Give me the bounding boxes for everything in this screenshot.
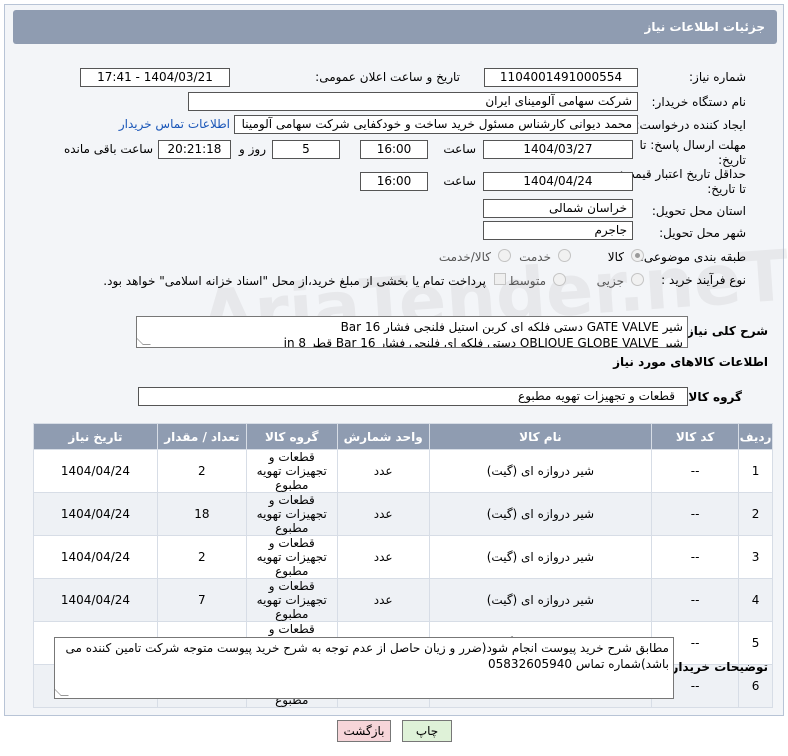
- cell-group: قطعات و تجهیزات تهویه مطبوع: [245, 492, 338, 536]
- cell-group: قطعات و تجهیزات تهویه مطبوع: [245, 535, 338, 579]
- cell-unit: عدد: [336, 578, 430, 622]
- remaining-days-field[interactable]: 5: [272, 140, 340, 159]
- price-validity-date-field[interactable]: 1404/04/24: [483, 172, 633, 191]
- cell-item-code: --: [651, 492, 740, 536]
- reply-deadline-time-label: ساعت: [443, 142, 476, 156]
- reply-deadline-label-line2: تاریخ:: [718, 153, 746, 167]
- cell-group: قطعات و تجهیزات تهویه مطبوع: [245, 578, 338, 622]
- buyer-notes-textarea[interactable]: مطابق شرح خرید پیوست انجام شود(ضرر و زیا…: [54, 637, 674, 699]
- cell-item-name: شیر دروازه ای (گیت): [428, 578, 653, 622]
- remaining-time-field[interactable]: 20:21:18: [158, 140, 231, 159]
- col-header-unit: واحد شمارش: [336, 423, 430, 450]
- goods-group-field[interactable]: قطعات و تجهیزات تهویه مطبوع: [138, 387, 688, 406]
- category-radio-service[interactable]: [558, 249, 571, 262]
- cell-item-name: شیر دروازه ای (گیت): [428, 449, 653, 493]
- table-row: 4 -- شیر دروازه ای (گیت) عدد قطعات و تجه…: [33, 578, 773, 622]
- buyer-org-field[interactable]: شرکت سهامی آلومینای ایران: [188, 92, 638, 111]
- table-header-row: ردیف کد کالا نام کالا واحد شمارش گروه کا…: [33, 423, 773, 450]
- category-radio-goods[interactable]: [631, 249, 644, 262]
- process-radio-medium[interactable]: [553, 273, 566, 286]
- buyer-org-label: نام دستگاه خریدار:: [651, 95, 747, 109]
- reply-deadline-date-field[interactable]: 1404/03/27: [483, 140, 633, 159]
- cell-row-number: 2: [738, 492, 773, 536]
- page-header: جزئیات اطلاعات نیاز: [13, 10, 777, 44]
- cell-row-number: 5: [738, 621, 773, 665]
- price-validity-time-field[interactable]: 16:00: [360, 172, 428, 191]
- table-row: 3 -- شیر دروازه ای (گیت) عدد قطعات و تجه…: [33, 535, 773, 579]
- delivery-province-label: استان محل تحویل:: [651, 204, 746, 218]
- goods-group-label: گروه کالا:: [683, 390, 742, 404]
- announce-datetime-field[interactable]: 1404/03/21 - 17:41: [80, 68, 230, 87]
- table-row: 2 -- شیر دروازه ای (گیت) عدد قطعات و تجه…: [33, 492, 773, 536]
- buyer-notes-label: توضیحات خریدار:: [666, 660, 768, 674]
- price-validity-time-label: ساعت: [443, 174, 476, 188]
- cell-quantity: 7: [156, 578, 247, 622]
- remaining-time-label: ساعت باقی مانده: [63, 142, 153, 156]
- buyer-notes-text: مطابق شرح خرید پیوست انجام شود(ضرر و زیا…: [65, 641, 669, 671]
- category-option-goods-service: کالا/خدمت: [438, 250, 491, 264]
- col-header-item-name: نام کالا: [428, 423, 653, 450]
- need-number-field[interactable]: 1104001491000554: [484, 68, 638, 87]
- cell-row-number: 1: [738, 449, 773, 493]
- treasury-payment-note: پرداخت تمام یا بخشی از مبلغ خرید،از محل …: [103, 274, 486, 288]
- cell-unit: عدد: [336, 449, 430, 493]
- general-description-label: شرح کلی نیاز:: [682, 324, 768, 338]
- requester-label: ایجاد کننده درخواست:: [635, 118, 746, 132]
- cell-unit: عدد: [336, 535, 430, 579]
- process-option-minor: جزیی: [596, 274, 624, 288]
- col-header-item-code: کد کالا: [651, 423, 740, 450]
- cell-need-date: 1404/04/24: [33, 535, 158, 579]
- col-header-group: گروه کالا: [245, 423, 338, 450]
- general-description-textarea[interactable]: شیر GATE VALVE دستی فلکه ای کربن استیل ف…: [136, 316, 688, 348]
- cell-quantity: 2: [156, 449, 247, 493]
- cell-row-number: 3: [738, 535, 773, 579]
- treasury-payment-checkbox[interactable]: [494, 273, 506, 285]
- cell-need-date: 1404/04/24: [33, 578, 158, 622]
- cell-quantity: 2: [156, 535, 247, 579]
- print-button[interactable]: چاپ: [402, 720, 452, 742]
- general-description-line2: شیر OBLIQUE GLOBE VALVE دستی فلکه ای فلن…: [283, 336, 683, 348]
- buyer-contact-link[interactable]: اطلاعات تماس خریدار: [119, 117, 230, 131]
- cell-item-code: --: [651, 449, 740, 493]
- cell-need-date: 1404/04/24: [33, 449, 158, 493]
- remaining-days-label: روز و: [239, 142, 266, 156]
- price-validity-label-line2: تا تاریخ:: [707, 182, 746, 196]
- announce-datetime-label: تاریخ و ساعت اعلان عمومی:: [315, 70, 460, 84]
- cell-item-name: شیر دروازه ای (گیت): [428, 535, 653, 579]
- purchase-process-label: نوع فرآیند خرید :: [661, 273, 746, 287]
- goods-section-title: اطلاعات کالاهای مورد نیاز: [613, 355, 768, 369]
- cell-need-date: 1404/04/24: [33, 492, 158, 536]
- col-header-need-date: تاریخ نیاز: [33, 423, 158, 450]
- category-label: طبقه بندی موضوعی:: [639, 250, 746, 264]
- cell-item-name: شیر دروازه ای (گیت): [428, 492, 653, 536]
- delivery-province-field[interactable]: خراسان شمالی: [483, 199, 633, 218]
- page-title: جزئیات اطلاعات نیاز: [644, 20, 765, 34]
- category-radio-goods-service[interactable]: [498, 249, 511, 262]
- col-header-row-number: ردیف: [738, 423, 773, 450]
- col-header-quantity: تعداد / مقدار: [156, 423, 247, 450]
- delivery-city-label: شهر محل تحویل:: [659, 226, 746, 240]
- reply-deadline-time-field[interactable]: 16:00: [360, 140, 428, 159]
- cell-item-code: --: [651, 578, 740, 622]
- cell-quantity: 18: [156, 492, 247, 536]
- table-row: 1 -- شیر دروازه ای (گیت) عدد قطعات و تجه…: [33, 449, 773, 493]
- back-button[interactable]: بازگشت: [337, 720, 391, 742]
- category-option-service: خدمت: [519, 250, 551, 264]
- resize-grip-icon[interactable]: [55, 688, 69, 696]
- cell-unit: عدد: [336, 492, 430, 536]
- cell-item-code: --: [651, 535, 740, 579]
- requester-field[interactable]: محمد دیوانی کارشناس مسئول خرید ساخت و خو…: [234, 115, 638, 134]
- category-option-goods: کالا: [607, 250, 624, 264]
- cell-row-number: 4: [738, 578, 773, 622]
- delivery-city-field[interactable]: جاجرم: [483, 221, 633, 240]
- cell-group: قطعات و تجهیزات تهویه مطبوع: [245, 449, 338, 493]
- general-description-line1: شیر GATE VALVE دستی فلکه ای کربن استیل ف…: [340, 320, 683, 334]
- price-validity-label-line1: حداقل تاریخ اعتبار قیمت:: [619, 167, 746, 181]
- process-radio-minor[interactable]: [631, 273, 644, 286]
- need-number-label: شماره نیاز:: [689, 70, 746, 84]
- reply-deadline-label-line1: مهلت ارسال پاسخ: تا: [639, 138, 746, 152]
- process-option-medium: متوسط: [508, 274, 546, 288]
